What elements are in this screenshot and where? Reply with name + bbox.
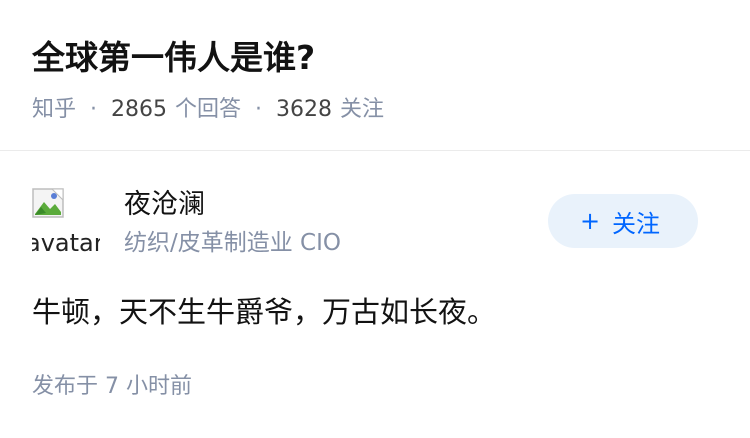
broken-image-icon xyxy=(32,188,64,218)
answer-count: 2865 xyxy=(111,97,168,122)
follow-button[interactable]: + 关注 xyxy=(548,194,698,248)
meta-separator: · xyxy=(90,97,98,122)
avatar[interactable]: avatar xyxy=(32,188,100,256)
follower-count-label: 关注 xyxy=(340,97,385,122)
follower-count: 3628 xyxy=(276,97,333,122)
author-headline: 纺织/皮革制造业 CIO xyxy=(124,230,342,256)
answer-count-label: 个回答 xyxy=(175,97,242,122)
plus-icon: + xyxy=(579,207,601,235)
publish-time: 发布于 7 小时前 xyxy=(32,374,192,399)
question-header: 全球第一伟人是谁? 知乎 · 2865 个回答 · 3628 关注 xyxy=(0,0,750,151)
author-name[interactable]: 夜沧澜 xyxy=(124,186,205,224)
question-meta: 知乎 · 2865 个回答 · 3628 关注 xyxy=(32,93,384,127)
avatar-alt-text: avatar xyxy=(32,229,100,256)
answer-content[interactable]: 牛顿，天不生牛爵爷，万古如长夜。 xyxy=(32,290,496,334)
question-title[interactable]: 全球第一伟人是谁? xyxy=(32,34,315,82)
follow-button-label: 关注 xyxy=(612,209,661,238)
source-label[interactable]: 知乎 xyxy=(32,93,76,127)
meta-separator: · xyxy=(255,97,263,122)
